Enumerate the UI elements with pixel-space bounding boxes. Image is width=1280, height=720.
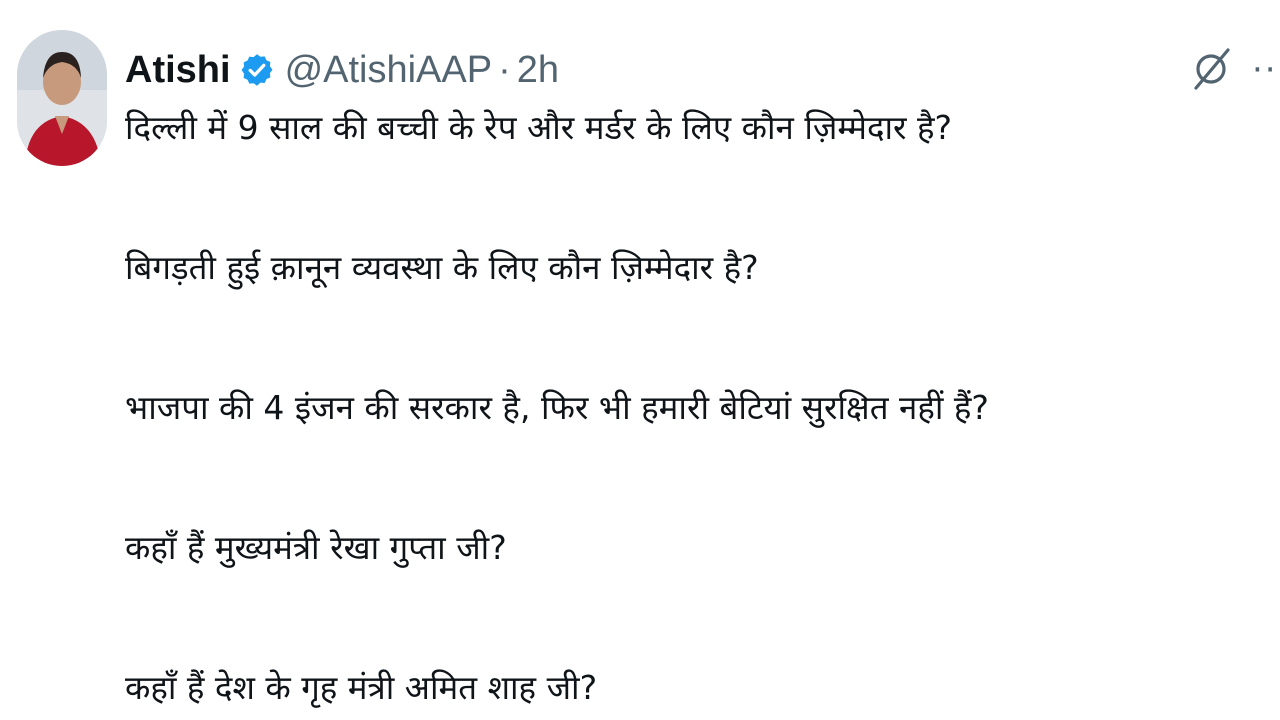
avatar-image xyxy=(17,30,107,166)
post-timestamp[interactable]: 2h xyxy=(517,49,559,92)
avatar[interactable] xyxy=(17,30,107,166)
post-line-2: बिगड़ती हुई क़ानून व्यवस्था के लिए कौन ज… xyxy=(125,248,759,287)
author-name[interactable]: Atishi xyxy=(125,49,231,92)
post-line-1: दिल्ली में 9 साल की बच्ची के रेप और मर्ड… xyxy=(125,108,953,147)
post-line-4: कहाँ हैं मुख्यमंत्री रेखा गुप्ता जी? xyxy=(125,528,507,567)
author-handle[interactable]: @AtishiAAP xyxy=(285,49,493,92)
post-line-3: भाजपा की 4 इंजन की सरकार है, फिर भी हमार… xyxy=(125,388,989,427)
post-header: Atishi @AtishiAAP · 2h xyxy=(125,42,559,98)
more-options-icon[interactable]: ·· xyxy=(1252,50,1278,90)
grok-icon[interactable] xyxy=(1190,44,1234,92)
post-line-5: कहाँ हैं देश के गृह मंत्री अमित शाह जी? xyxy=(125,668,598,707)
post-text: दिल्ली में 9 साल की बच्ची के रेप और मर्ड… xyxy=(125,104,1225,712)
verified-badge-icon xyxy=(241,54,273,86)
separator-dot: · xyxy=(498,48,511,91)
